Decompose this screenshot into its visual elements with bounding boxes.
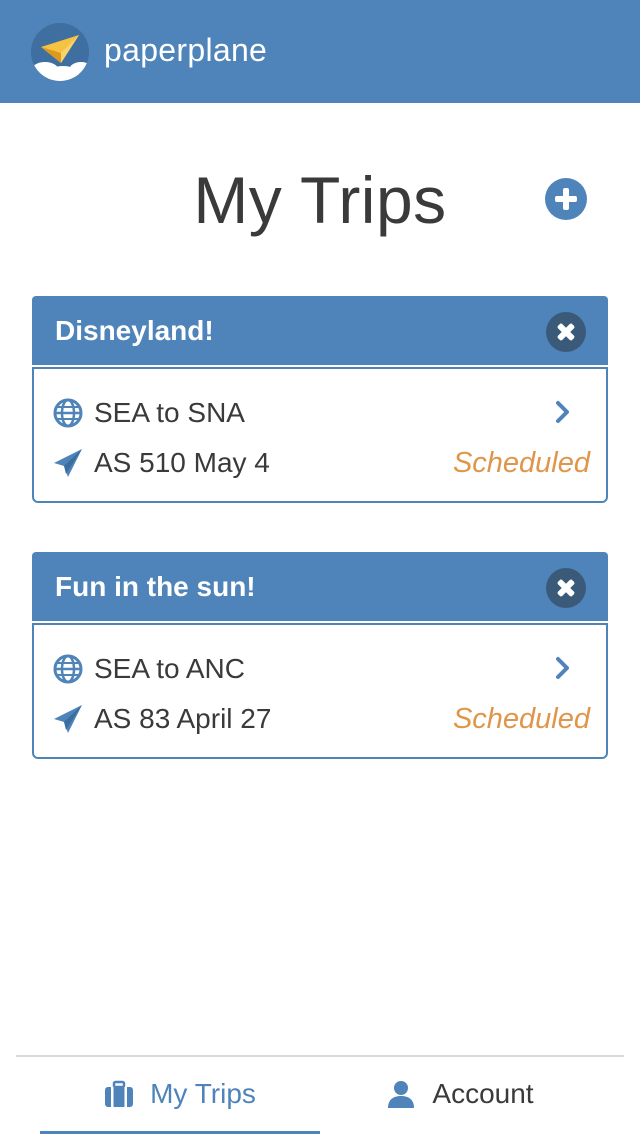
trip-route: SEA to SNA [94, 397, 245, 428]
trip-header: Disneyland! [32, 296, 608, 365]
chevron-right-icon[interactable] [554, 399, 572, 425]
user-icon [388, 1081, 415, 1108]
paper-plane-icon [54, 449, 82, 477]
flight-status: Scheduled [452, 447, 590, 479]
page-title: My Trips [193, 163, 447, 237]
flight-info: AS 510 May 4 [94, 447, 270, 478]
globe-icon [53, 654, 83, 684]
brand-name: paperplane [104, 32, 268, 68]
app-header: paperplane [0, 0, 640, 103]
paper-plane-logo-icon [31, 23, 89, 81]
trip-flight-row: AS 83 April 27 [52, 701, 271, 737]
trip-details[interactable]: SEA to SNA AS 510 May 4 Scheduled [32, 367, 608, 503]
trip-name: Disneyland! [55, 315, 214, 346]
chevron-right-icon[interactable] [554, 655, 572, 681]
trip-details[interactable]: SEA to ANC AS 83 April 27 Scheduled [32, 623, 608, 759]
trip-route-row: SEA to ANC [52, 651, 245, 687]
trip-name: Fun in the sun! [55, 571, 256, 602]
tab-account[interactable]: Account [320, 1057, 600, 1131]
trip-route: SEA to ANC [94, 653, 245, 684]
suitcase-icon [105, 1080, 134, 1107]
bottom-tab-bar: My Trips Account [16, 1055, 624, 1136]
trip-card: Disneyland! SEA to SNA AS 510 May 4 Sche… [32, 296, 608, 503]
delete-trip-button[interactable] [546, 568, 586, 608]
trip-route-row: SEA to SNA [52, 395, 245, 431]
tab-account-label: Account [432, 1078, 534, 1109]
flight-info: AS 83 April 27 [94, 703, 272, 734]
delete-trip-button[interactable] [546, 312, 586, 352]
tab-my-trips[interactable]: My Trips [40, 1057, 320, 1134]
trip-header: Fun in the sun! [32, 552, 608, 621]
flight-status: Scheduled [452, 703, 590, 735]
tab-my-trips-label: My Trips [150, 1078, 256, 1109]
trip-card: Fun in the sun! SEA to ANC AS 83 April 2… [32, 552, 608, 759]
app-root: paperplane My Trips Disneyland! SEA to S… [0, 0, 640, 1136]
add-trip-button[interactable] [545, 178, 587, 220]
paper-plane-icon [54, 705, 82, 733]
trip-flight-row: AS 510 May 4 [52, 445, 270, 481]
globe-icon [53, 398, 83, 428]
